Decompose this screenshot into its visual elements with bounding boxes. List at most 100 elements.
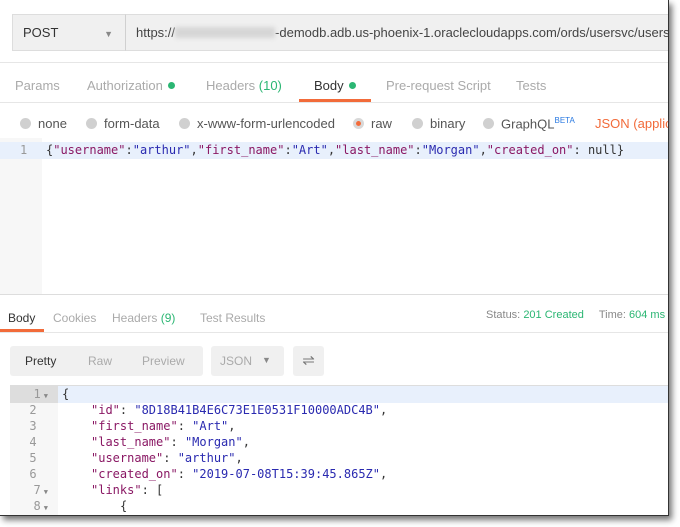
- code-line: "id": "8D18B41B4E6C73E1E0531F10000ADC4B"…: [91, 403, 387, 417]
- tab-prerequest-script[interactable]: Pre-request Script: [386, 78, 491, 93]
- line-number: 6: [10, 467, 48, 481]
- beta-badge: BETA: [554, 116, 575, 125]
- tab-tests[interactable]: Tests: [516, 78, 546, 93]
- status-dot-icon: [348, 82, 356, 89]
- tab-label: Authorization: [87, 78, 163, 93]
- radio-none[interactable]: none: [20, 116, 67, 131]
- response-tab-headers[interactable]: Headers (9): [112, 311, 175, 325]
- radio-label: none: [38, 116, 67, 131]
- json-string: "2019-07-08T15:39:45.865Z": [192, 467, 380, 481]
- json-string: "Morgan": [421, 143, 480, 157]
- status-dot-icon: [167, 82, 175, 89]
- divider: [0, 102, 668, 103]
- tab-authorization[interactable]: Authorization: [87, 78, 175, 93]
- line-number: 4: [10, 435, 48, 449]
- json-punctuation: {: [62, 387, 70, 401]
- redacted-host: [175, 27, 276, 38]
- request-body-editor[interactable]: {"username":"arthur","first_name":"Art",…: [46, 143, 624, 157]
- chevron-down-icon: ▼: [262, 355, 271, 365]
- tab-headers[interactable]: Headers (10): [206, 78, 282, 93]
- json-punctuation: :: [119, 403, 135, 417]
- json-key: "last_name": [335, 143, 415, 157]
- preview-button[interactable]: Preview: [142, 354, 185, 368]
- radio-label: form-data: [104, 116, 160, 131]
- status-label: Status:: [486, 309, 521, 321]
- format-select[interactable]: JSON ▼: [211, 346, 284, 376]
- json-string: "Morgan": [184, 435, 243, 449]
- json-string: "arthur": [132, 143, 191, 157]
- response-tab-body[interactable]: Body: [8, 311, 35, 325]
- json-punctuation: ,: [327, 143, 336, 157]
- response-status: Status: 201 Created Time: 604 ms: [486, 309, 665, 321]
- json-string: "8D18B41B4E6C73E1E0531F10000ADC4B": [134, 403, 380, 417]
- tab-body[interactable]: Body: [314, 78, 356, 93]
- json-punctuation: ,: [479, 143, 487, 157]
- fold-arrow-icon[interactable]: ▼: [44, 504, 48, 512]
- radio-icon: [20, 118, 31, 129]
- pretty-button[interactable]: Pretty: [25, 354, 56, 368]
- raw-button[interactable]: Raw: [88, 354, 112, 368]
- line-number: 1: [20, 143, 28, 157]
- radio-label: GraphQL: [501, 116, 555, 132]
- headers-count: (9): [160, 311, 176, 325]
- json-punctuation: :: [414, 143, 422, 157]
- json-punctuation: :: [284, 143, 292, 157]
- method-select[interactable]: POST ▼: [12, 14, 126, 51]
- divider: [0, 332, 668, 333]
- radio-icon: [179, 118, 190, 129]
- tab-label: Body: [314, 78, 344, 93]
- url-suffix: -demodb.adb.us-phoenix-1.oraclecloudapps…: [275, 25, 669, 40]
- json-punctuation: :: [170, 435, 185, 449]
- radio-urlencoded[interactable]: x-www-form-urlencoded: [179, 116, 335, 131]
- json-key: "username": [91, 451, 164, 465]
- radio-icon: [483, 118, 494, 130]
- fold-arrow-icon[interactable]: ▼: [44, 392, 48, 400]
- tab-label: Headers: [206, 78, 256, 93]
- json-punctuation: ,: [235, 451, 243, 465]
- url-prefix: https://: [136, 25, 176, 40]
- response-tab-test-results[interactable]: Test Results: [200, 311, 265, 325]
- json-punctuation: ,: [228, 419, 236, 433]
- radio-label: binary: [430, 116, 466, 131]
- radio-binary[interactable]: binary: [412, 116, 465, 131]
- json-string: "Art": [291, 143, 328, 157]
- status-value: 201 Created: [523, 309, 584, 321]
- pane-divider[interactable]: [0, 294, 668, 295]
- json-punctuation: ,: [380, 467, 388, 481]
- json-string: "arthur": [177, 451, 236, 465]
- radio-graphql[interactable]: GraphQLBETA: [483, 116, 575, 131]
- divider: [0, 62, 668, 63]
- line-number: 2: [10, 403, 48, 417]
- tab-params[interactable]: Params: [15, 78, 60, 93]
- code-line: {: [120, 499, 127, 513]
- fold-arrow-icon[interactable]: ▼: [44, 488, 48, 496]
- json-key: "last_name": [91, 435, 171, 449]
- radio-icon: [86, 118, 97, 129]
- code-line: "created_on": "2019-07-08T15:39:45.865Z"…: [91, 467, 387, 481]
- content-type-select[interactable]: JSON (applica: [595, 116, 668, 131]
- postman-window: POST ▼ https:// -demodb.adb.us-phoenix-1.o…: [0, 0, 669, 516]
- json-punctuation: :: [177, 419, 193, 433]
- json-key: "created_on": [486, 143, 574, 157]
- code-line: {: [62, 387, 69, 401]
- editor-gutter: [0, 138, 42, 295]
- radio-form-data[interactable]: form-data: [86, 116, 160, 131]
- json-punctuation: : [: [141, 483, 164, 497]
- chevron-down-icon: ▼: [104, 29, 113, 39]
- code-line: "last_name": "Morgan",: [91, 435, 250, 449]
- headers-count: (10): [258, 78, 282, 93]
- json-punctuation: ,: [380, 403, 388, 417]
- code-line: "username": "arthur",: [91, 451, 243, 465]
- wrap-lines-icon[interactable]: ⇌: [293, 346, 324, 376]
- response-tab-cookies[interactable]: Cookies: [53, 311, 96, 325]
- radio-raw[interactable]: raw: [353, 116, 392, 131]
- code-line: "first_name": "Art",: [91, 419, 236, 433]
- line-number: 1 ▼: [33, 387, 48, 401]
- tab-label: Headers: [112, 311, 158, 325]
- json-string: "Art": [192, 419, 229, 433]
- url-input[interactable]: https:// -demodb.adb.us-phoenix-1.oraclec…: [126, 14, 669, 51]
